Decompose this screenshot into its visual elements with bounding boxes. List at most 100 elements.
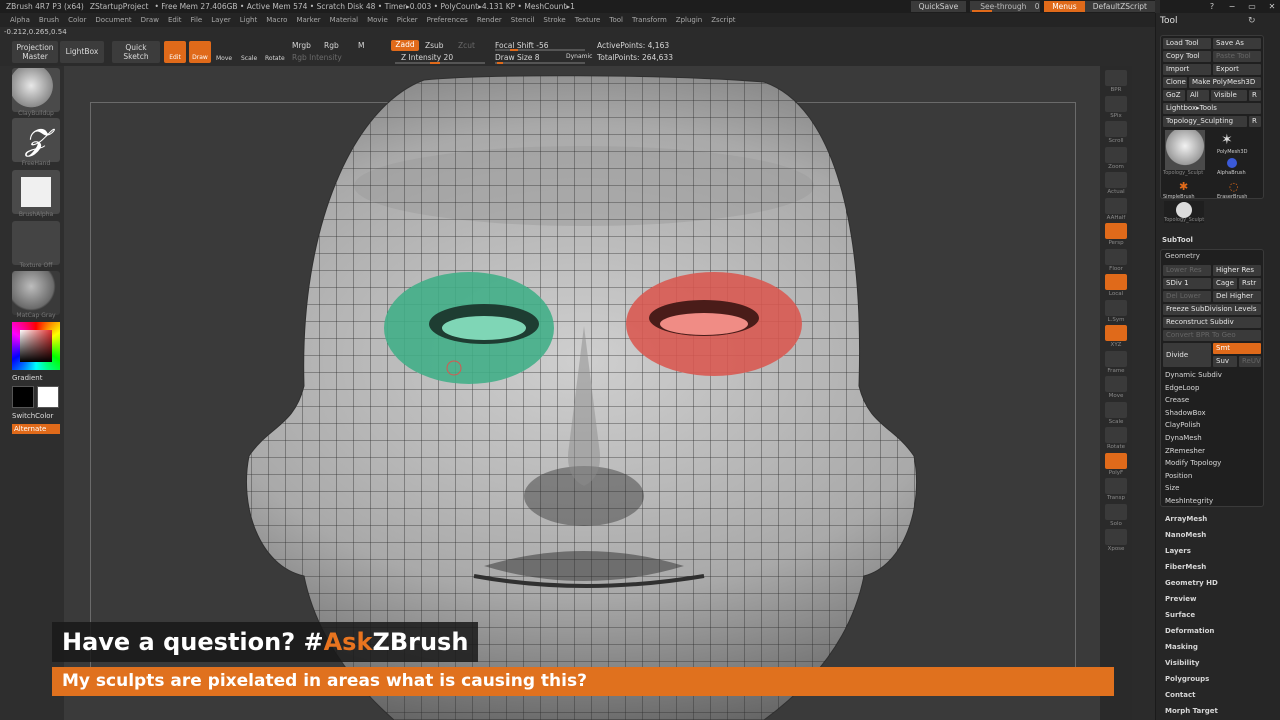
- del-lower-button[interactable]: Del Lower: [1163, 291, 1211, 302]
- menu-alpha[interactable]: Alpha: [10, 16, 30, 24]
- z-intensity-slider[interactable]: Z Intensity 20: [401, 53, 453, 62]
- dynamic-button[interactable]: Dynamic: [566, 53, 592, 60]
- see-through-slider[interactable]: See-through 0: [970, 1, 1041, 12]
- smt-toggle[interactable]: Smt: [1213, 343, 1261, 354]
- reconstruct-subdiv-button[interactable]: Reconstruct Subdiv: [1163, 317, 1261, 328]
- main-color-swatch[interactable]: [12, 386, 34, 408]
- geo-item-claypolish[interactable]: ClayPolish: [1165, 421, 1201, 429]
- palette-pin-icon[interactable]: ↻: [1248, 16, 1256, 26]
- goz-r-button[interactable]: R: [1249, 90, 1261, 101]
- shelf-spix-button[interactable]: [1105, 95, 1127, 112]
- reuv-button[interactable]: ReUV: [1239, 356, 1261, 367]
- export-button[interactable]: Export: [1213, 64, 1261, 75]
- section-nanomesh[interactable]: NanoMesh: [1165, 531, 1206, 539]
- geo-item-modify-topology[interactable]: Modify Topology: [1165, 459, 1221, 467]
- shelf-floor-button[interactable]: [1105, 248, 1127, 265]
- lower-res-button[interactable]: Lower Res: [1163, 265, 1211, 276]
- color-picker[interactable]: [12, 322, 60, 370]
- secondary-color-swatch[interactable]: [37, 386, 59, 408]
- section-morph-target[interactable]: Morph Target: [1165, 707, 1218, 715]
- stroke-thumbnail[interactable]: 𝓩: [12, 118, 60, 162]
- section-visibility[interactable]: Visibility: [1165, 659, 1199, 667]
- section-polygroups[interactable]: Polygroups: [1165, 675, 1209, 683]
- sdiv-slider[interactable]: SDiv 1: [1163, 278, 1211, 289]
- section-fibermesh[interactable]: FiberMesh: [1165, 563, 1206, 571]
- menu-picker[interactable]: Picker: [397, 16, 418, 24]
- geo-item-edgeloop[interactable]: EdgeLoop: [1165, 384, 1199, 392]
- del-higher-button[interactable]: Del Higher: [1213, 291, 1261, 302]
- section-masking[interactable]: Masking: [1165, 643, 1198, 651]
- tool-thumb-topology-2[interactable]: Topology_Sculpt: [1164, 201, 1204, 223]
- menu-tool[interactable]: Tool: [609, 16, 623, 24]
- convert-bpr-button[interactable]: Convert BPR To Geo: [1163, 330, 1261, 341]
- alpha-brush-icon[interactable]: [1227, 158, 1237, 168]
- gradient-label[interactable]: Gradient: [12, 374, 42, 382]
- geo-item-crease[interactable]: Crease: [1165, 396, 1189, 404]
- minimize-icon[interactable]: −: [1224, 2, 1240, 11]
- menu-brush[interactable]: Brush: [39, 16, 59, 24]
- zsub-button[interactable]: Zsub: [425, 41, 444, 50]
- shelf-solo-button[interactable]: [1105, 503, 1127, 520]
- brush-thumbnail[interactable]: [12, 68, 60, 112]
- texture-thumbnail[interactable]: [12, 221, 60, 265]
- menu-edit[interactable]: Edit: [168, 16, 182, 24]
- shelf-rotate-button[interactable]: [1105, 427, 1127, 443]
- section-contact[interactable]: Contact: [1165, 691, 1196, 699]
- menu-transform[interactable]: Transform: [632, 16, 667, 24]
- shelf-transp-button[interactable]: [1105, 478, 1127, 494]
- help-icon[interactable]: ?: [1204, 2, 1220, 11]
- zcut-button[interactable]: Zcut: [458, 41, 475, 50]
- menu-zplugin[interactable]: Zplugin: [676, 16, 702, 24]
- draw-button[interactable]: Draw: [189, 41, 211, 63]
- rotate-button[interactable]: Rotate: [265, 55, 285, 62]
- section-arraymesh[interactable]: ArrayMesh: [1165, 515, 1207, 523]
- lightbox-tools-button[interactable]: Lightbox▸Tools: [1163, 103, 1261, 114]
- goz-visible-button[interactable]: Visible: [1211, 90, 1247, 101]
- geometry-header[interactable]: Geometry: [1165, 252, 1200, 260]
- geo-item-dynamesh[interactable]: DynaMesh: [1165, 434, 1202, 442]
- geo-item-meshintegrity[interactable]: MeshIntegrity: [1165, 497, 1213, 505]
- shelf-scroll-button[interactable]: [1105, 121, 1127, 137]
- shelf-xyz-button[interactable]: [1105, 325, 1127, 341]
- menu-zscript[interactable]: Zscript: [711, 16, 735, 24]
- save-as-button[interactable]: Save As: [1213, 38, 1261, 49]
- material-thumbnail[interactable]: [12, 271, 60, 315]
- eraser-brush-icon[interactable]: ◌: [1229, 180, 1239, 193]
- menu-movie[interactable]: Movie: [367, 16, 388, 24]
- tool-r-button[interactable]: R: [1249, 116, 1261, 127]
- mrgb-button[interactable]: Mrgb: [292, 41, 311, 50]
- menu-light[interactable]: Light: [240, 16, 257, 24]
- polymesh-star-icon[interactable]: ✶: [1221, 132, 1233, 148]
- menu-preferences[interactable]: Preferences: [427, 16, 468, 24]
- section-surface[interactable]: Surface: [1165, 611, 1195, 619]
- shelf-frame-button[interactable]: [1105, 350, 1127, 367]
- geo-item-zremesher[interactable]: ZRemesher: [1165, 447, 1205, 455]
- section-layers[interactable]: Layers: [1165, 547, 1191, 555]
- menu-draw[interactable]: Draw: [141, 16, 159, 24]
- move-button[interactable]: Move: [216, 55, 232, 62]
- geo-item-shadowbox[interactable]: ShadowBox: [1165, 409, 1206, 417]
- switch-color-button[interactable]: SwitchColor: [12, 412, 53, 420]
- projection-master-button[interactable]: Projection Master: [12, 41, 58, 63]
- shelf-polyf-button[interactable]: [1105, 452, 1127, 469]
- shelf-move-button[interactable]: [1105, 376, 1127, 392]
- shelf-scale-button[interactable]: [1105, 401, 1127, 418]
- menu-layer[interactable]: Layer: [211, 16, 231, 24]
- cage-button[interactable]: Cage: [1213, 278, 1237, 289]
- load-tool-button[interactable]: Load Tool: [1163, 38, 1211, 49]
- divide-button[interactable]: Divide: [1163, 343, 1211, 367]
- menu-material[interactable]: Material: [330, 16, 358, 24]
- rgb-intensity-slider[interactable]: Rgb Intensity: [292, 53, 342, 62]
- edit-button[interactable]: Edit: [164, 41, 186, 63]
- rstr-button[interactable]: Rstr: [1239, 278, 1261, 289]
- close-icon[interactable]: ✕: [1264, 2, 1280, 11]
- menu-file[interactable]: File: [191, 16, 203, 24]
- menu-macro[interactable]: Macro: [266, 16, 287, 24]
- menu-render[interactable]: Render: [477, 16, 502, 24]
- alternate-button[interactable]: Alternate: [12, 424, 60, 434]
- scale-button[interactable]: Scale: [241, 55, 257, 62]
- clone-button[interactable]: Clone: [1163, 77, 1187, 88]
- import-button[interactable]: Import: [1163, 64, 1211, 75]
- quick-sketch-button[interactable]: Quick Sketch: [112, 41, 160, 63]
- geo-item-position[interactable]: Position: [1165, 472, 1192, 480]
